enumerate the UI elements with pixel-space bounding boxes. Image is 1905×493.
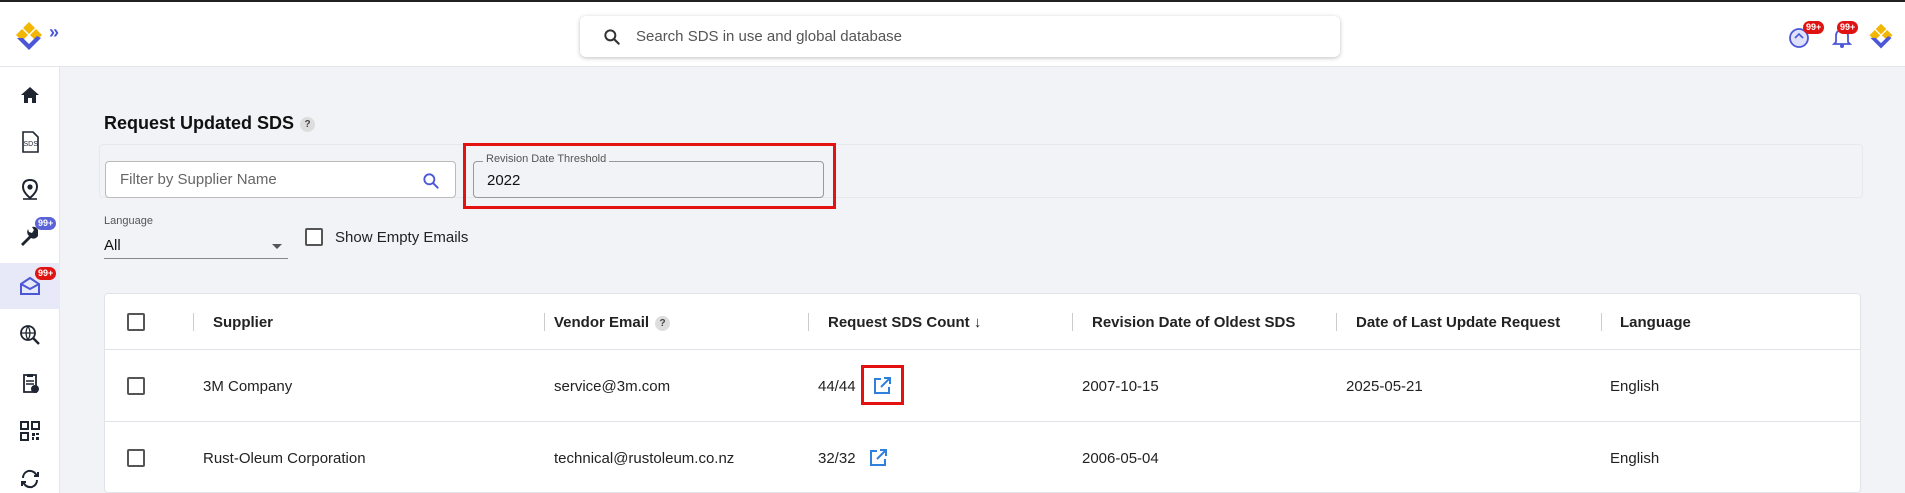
column-header-vendor-email[interactable]: Vendor Email? [554,314,671,331]
location-pin-icon [21,178,39,200]
revision-date-threshold-field[interactable] [473,161,824,198]
sidebar: SDS 99+ 99+ [0,67,60,493]
language-cell: English [1610,378,1660,395]
help-icon[interactable]: ? [300,116,316,132]
show-empty-emails-label: Show Empty Emails [335,228,469,246]
request-sds-badge: 99+ [35,267,57,280]
top-bar: » Search SDS in use and global database … [0,0,1905,67]
column-header-supplier[interactable]: Supplier [213,314,273,331]
tools-badge: 99+ [35,217,57,230]
sync-icon [21,469,39,489]
request-count-cell: 44/44 [818,378,856,395]
row-checkbox[interactable] [127,377,145,395]
sidebar-item-global-search[interactable] [0,312,60,358]
supplier-cell: Rust-Oleum Corporation [203,450,366,467]
select-all-checkbox[interactable] [127,313,145,331]
sidebar-item-location[interactable] [0,166,60,212]
dropdown-arrow-icon [272,244,282,249]
sidebar-item-home[interactable] [0,72,60,118]
notifications-badge: 99+ [1837,21,1859,34]
supplier-table: Supplier Vendor Email? Request SDS Count… [104,293,1861,493]
language-cell: English [1610,450,1660,467]
column-divider [193,313,194,331]
table-header: Supplier Vendor Email? Request SDS Count… [105,294,1860,350]
revision-date-cell: 2007-10-15 [1082,378,1159,395]
language-label: Language [104,215,153,227]
column-header-revision-oldest[interactable]: Revision Date of Oldest SDS [1092,314,1295,331]
home-icon [21,87,39,103]
column-divider [1072,313,1073,331]
column-header-language[interactable]: Language [1620,314,1691,331]
supplier-filter-input[interactable]: Filter by Supplier Name [105,161,456,198]
supplier-filter-placeholder: Filter by Supplier Name [120,171,277,188]
row-checkbox[interactable] [127,449,145,467]
language-selected-value: All [104,237,121,254]
revision-date-threshold-value: 2022 [487,172,521,189]
page-title: Request Updated SDS? [104,113,316,134]
vendor-email-cell: technical@rustoleum.co.nz [554,450,735,467]
request-count-cell: 32/32 [818,450,856,467]
vendor-email-cell: service@3m.com [554,378,671,395]
globe-search-icon [20,325,40,345]
sidebar-item-sds[interactable]: SDS [0,119,60,165]
open-external-icon[interactable] [869,449,887,467]
column-divider [544,313,545,331]
app-logo[interactable] [12,20,46,54]
column-header-last-update[interactable]: Date of Last Update Request [1356,314,1560,331]
table-row[interactable]: Rust-Oleum Corporation technical@rustole… [105,422,1860,493]
supplier-cell: 3M Company [203,378,293,395]
revision-date-threshold-label: Revision Date Threshold [483,153,610,165]
show-empty-emails-toggle[interactable]: Show Empty Emails [305,228,468,246]
column-divider [1601,313,1602,331]
revision-date-cell: 2006-05-04 [1082,450,1159,467]
language-select[interactable]: All [104,233,288,259]
column-divider [808,313,809,331]
sidebar-item-qr[interactable] [0,408,60,454]
open-external-icon[interactable] [873,377,891,395]
sidebar-item-sync[interactable] [0,456,60,493]
sidebar-item-request-sds[interactable]: 99+ [0,263,60,309]
sidebar-item-clipboard[interactable] [0,360,60,406]
expand-sidebar-icon[interactable]: » [49,22,59,43]
sort-descending-icon[interactable]: ↓ [974,314,982,331]
tasks-badge: 99+ [1803,21,1825,34]
clipboard-check-icon [23,374,39,393]
sidebar-item-tools[interactable]: 99+ [0,213,60,259]
show-empty-emails-checkbox[interactable] [305,228,323,246]
qr-code-icon [20,421,40,441]
column-divider [1336,313,1337,331]
last-update-cell: 2025-05-21 [1346,378,1423,395]
svg-text:SDS: SDS [24,141,39,148]
profile-logo-icon[interactable] [1866,22,1896,52]
table-row[interactable]: 3M Company service@3m.com 44/44 2007-10-… [105,350,1860,422]
search-icon[interactable] [421,171,441,191]
search-icon [604,28,620,45]
column-header-request-sds-count[interactable]: Request SDS Count ↓ [828,314,981,331]
help-icon[interactable]: ? [655,315,671,331]
global-search-bar[interactable]: Search SDS in use and global database [580,16,1340,57]
search-placeholder: Search SDS in use and global database [636,28,903,45]
sds-document-icon: SDS [22,131,39,153]
